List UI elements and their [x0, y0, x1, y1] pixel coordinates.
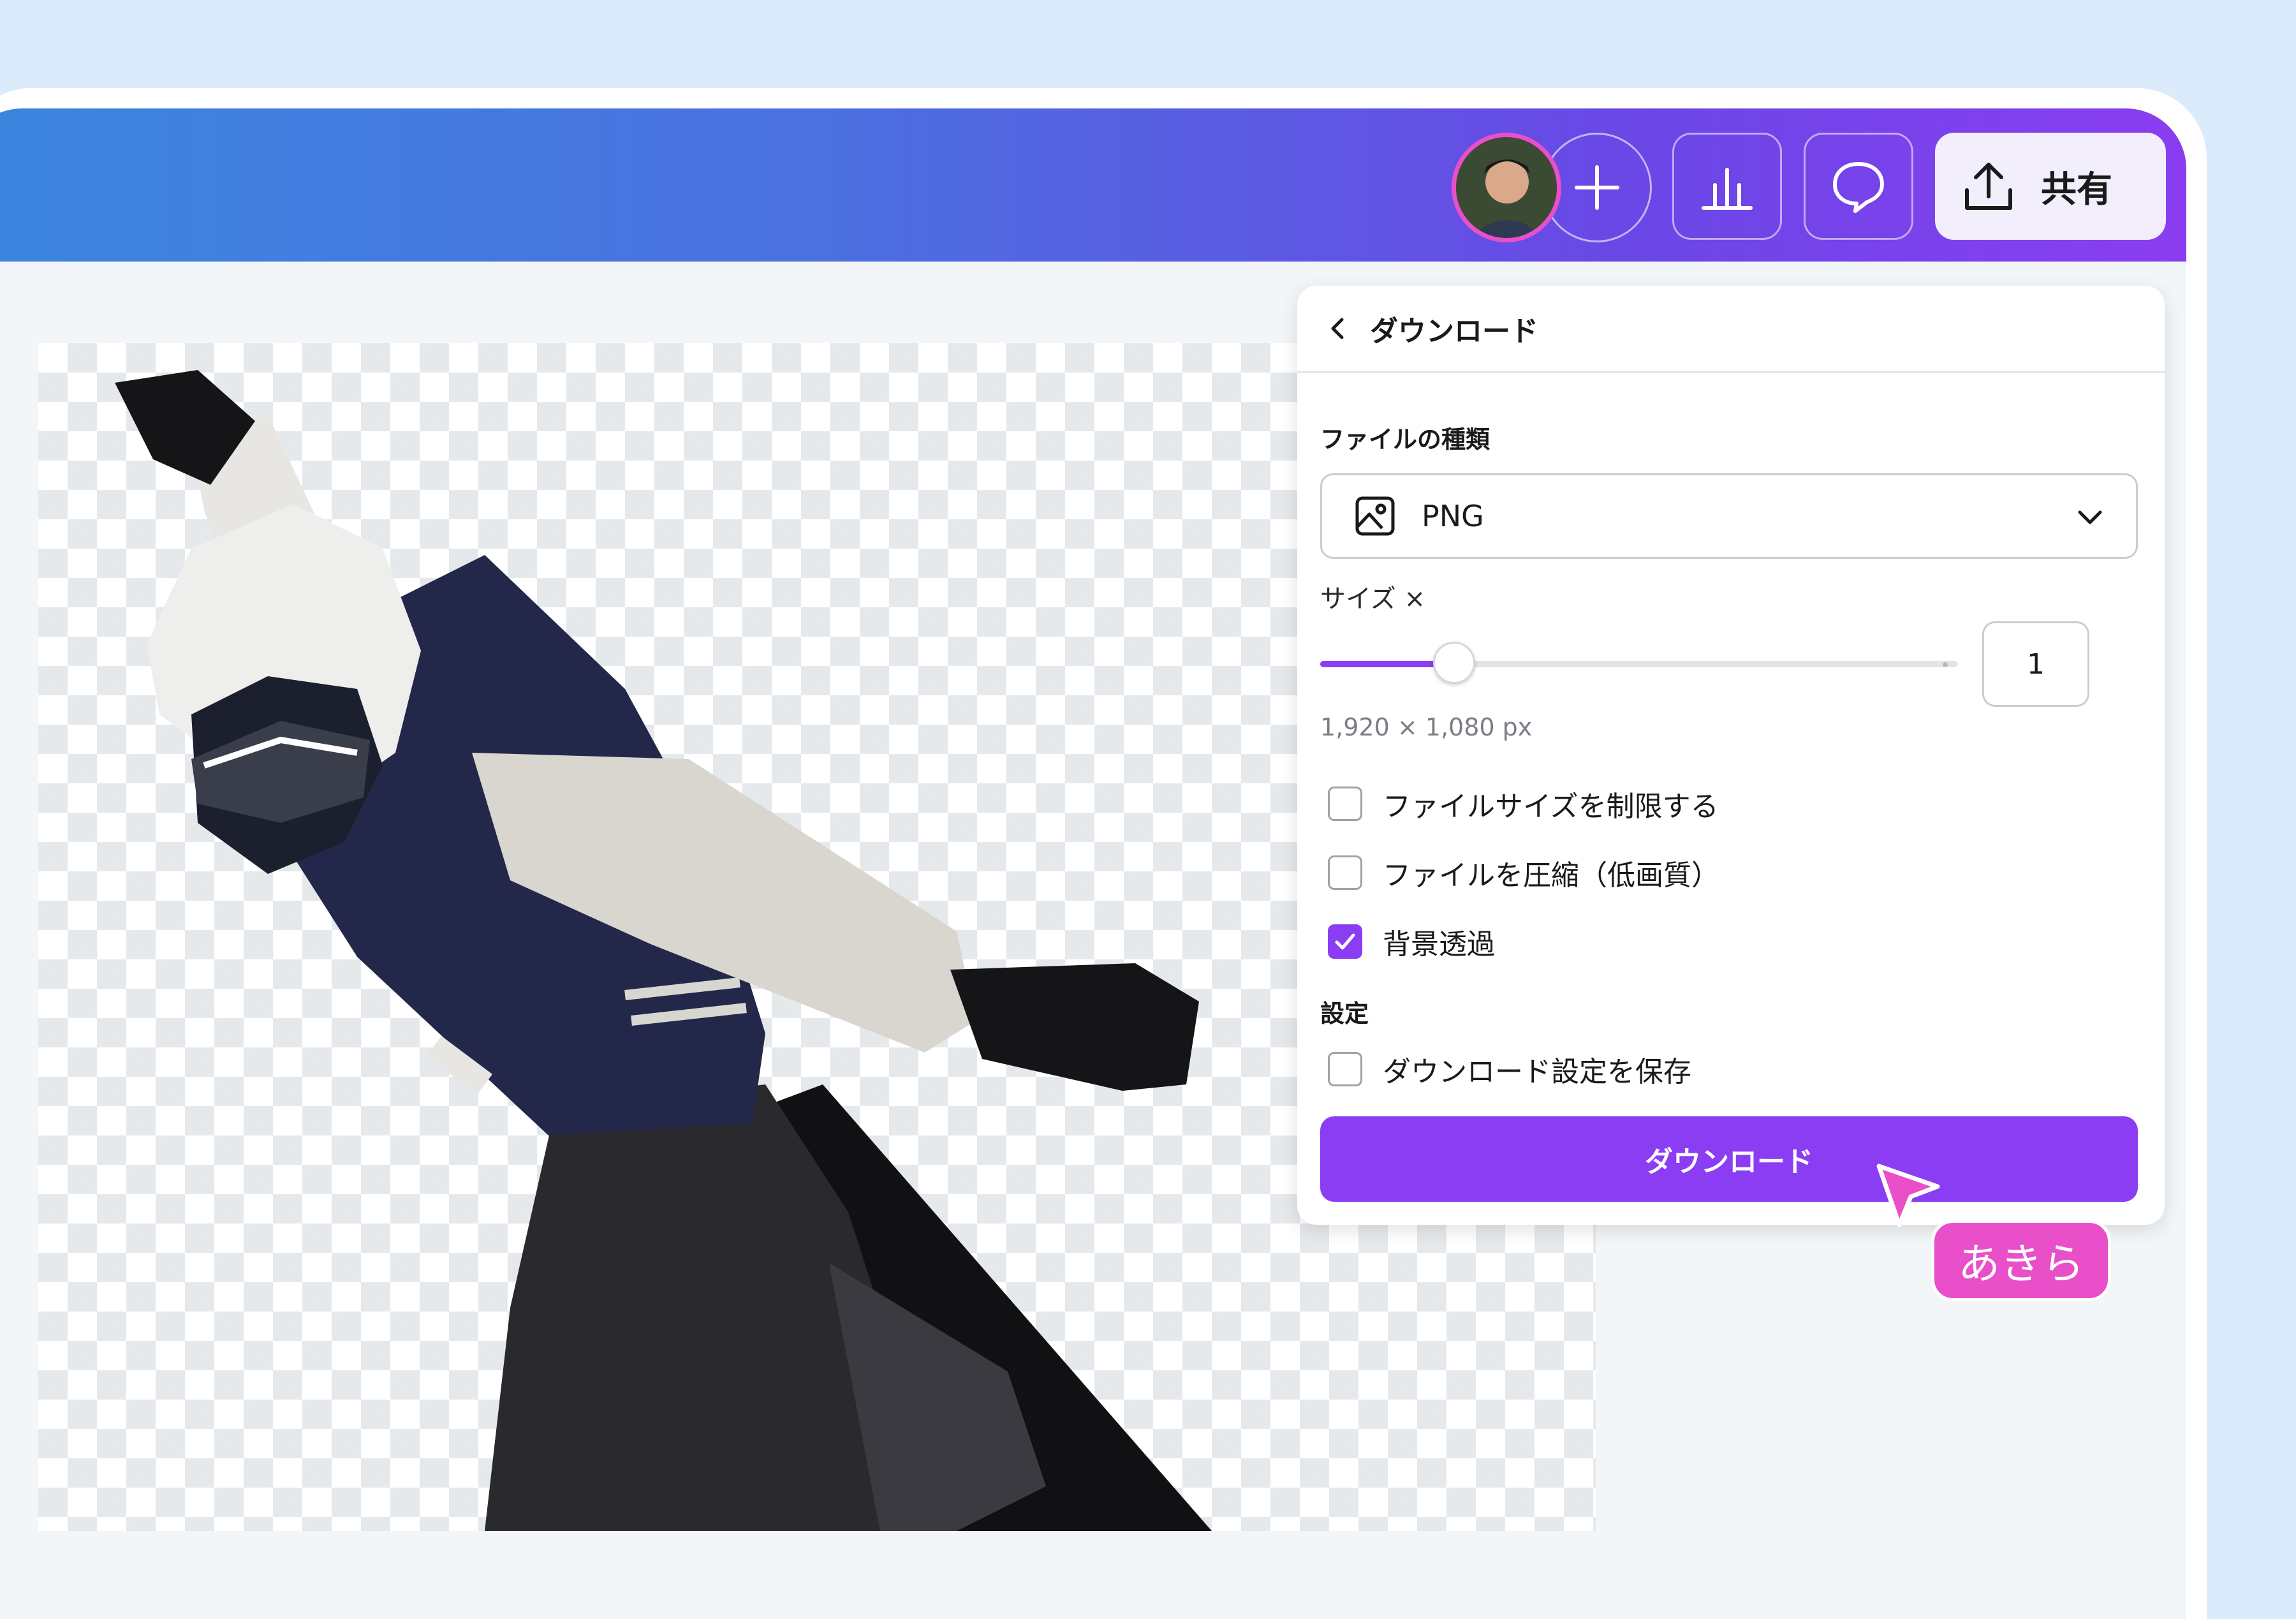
- output-dimensions: 1,920 × 1,080 px: [1320, 713, 1533, 741]
- file-type-select[interactable]: PNG: [1320, 473, 2138, 559]
- collaborator-avatar[interactable]: [1452, 133, 1561, 242]
- collaborator-name-tag: あきら: [1931, 1220, 2111, 1301]
- transparent-bg-checkbox[interactable]: [1328, 924, 1362, 959]
- option-save-download-settings[interactable]: ダウンロード設定を保存: [1328, 1049, 1691, 1090]
- settings-label: 設定: [1320, 1000, 1369, 1028]
- insights-button[interactable]: [1672, 133, 1782, 240]
- user-avatar-icon: [1456, 137, 1557, 238]
- slider-end-dot: [1943, 662, 1948, 667]
- limit-size-checkbox[interactable]: [1328, 787, 1362, 821]
- chevron-down-icon: [2078, 510, 2102, 524]
- collaborator-cursor-icon: [1876, 1164, 1940, 1227]
- compress-checkbox[interactable]: [1328, 855, 1362, 890]
- comment-button[interactable]: [1804, 133, 1913, 240]
- slider-thumb[interactable]: [1433, 642, 1475, 684]
- download-panel: ダウンロード ファイルの種類 PNG サイズ × 1 1,920 × 1,080…: [1297, 286, 2165, 1225]
- option-label: ダウンロード設定を保存: [1383, 1056, 1691, 1088]
- share-button[interactable]: 共有: [1935, 133, 2166, 240]
- option-label: 背景透過: [1383, 928, 1495, 961]
- file-type-label: ファイルの種類: [1320, 425, 1490, 454]
- share-label: 共有: [2041, 168, 2112, 211]
- file-type-value: PNG: [1422, 499, 1484, 533]
- size-slider[interactable]: [1320, 642, 1958, 684]
- option-label: ファイルサイズを制限する: [1383, 790, 1719, 823]
- download-button[interactable]: ダウンロード: [1320, 1116, 2138, 1202]
- option-label: ファイルを圧縮（低画質）: [1383, 859, 1719, 892]
- upload-icon: [1965, 163, 2012, 210]
- speech-bubble-icon: [1833, 162, 1884, 213]
- option-compress-file[interactable]: ファイルを圧縮（低画質）: [1328, 852, 1719, 893]
- panel-title: ダウンロード: [1370, 315, 1538, 348]
- chevron-left-icon[interactable]: [1325, 316, 1351, 341]
- image-icon: [1355, 496, 1395, 536]
- save-settings-checkbox[interactable]: [1328, 1052, 1362, 1086]
- panel-header: ダウンロード: [1297, 286, 2165, 373]
- checkmark-icon: [1335, 933, 1355, 950]
- size-multiplier-input[interactable]: 1: [1982, 621, 2089, 707]
- option-limit-file-size[interactable]: ファイルサイズを制限する: [1328, 783, 1719, 824]
- option-transparent-background[interactable]: 背景透過: [1328, 921, 1495, 962]
- size-label: サイズ ×: [1320, 584, 1426, 614]
- bar-chart-icon: [1702, 168, 1753, 210]
- plus-icon: [1575, 165, 1619, 210]
